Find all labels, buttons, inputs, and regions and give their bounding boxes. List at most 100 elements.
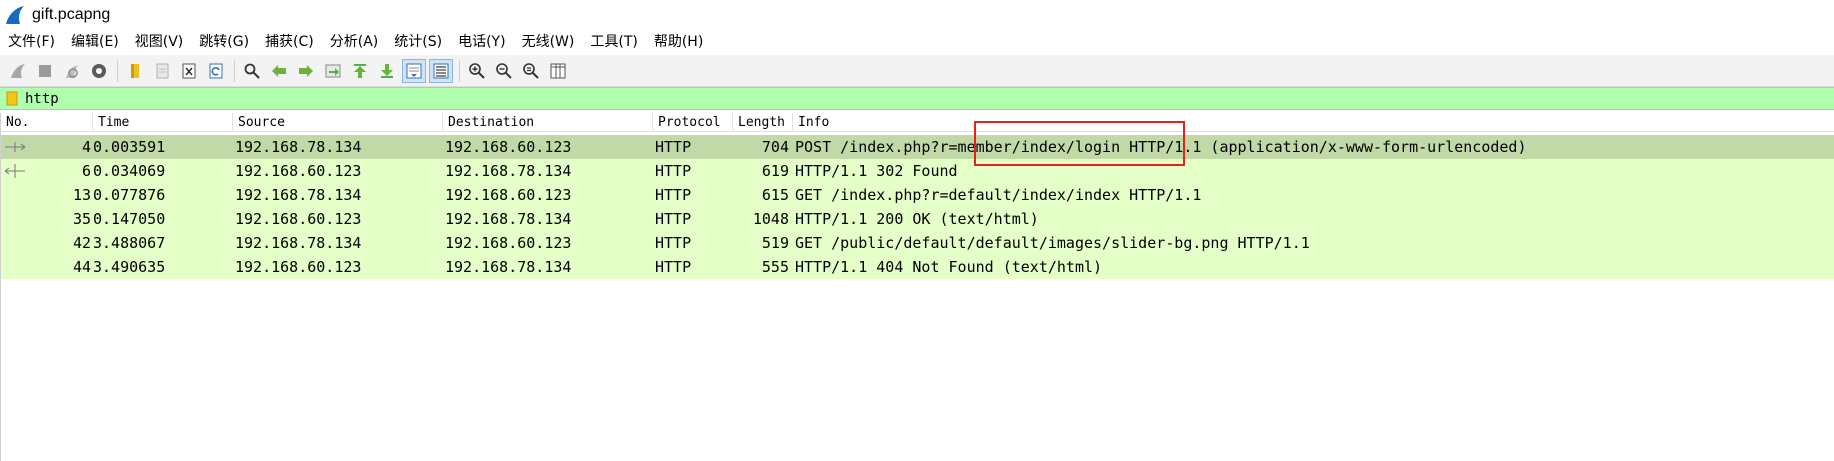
table-row[interactable]: 4 0.003591 192.168.78.134 192.168.60.123…	[1, 135, 1834, 159]
column-header-protocol[interactable]: Protocol	[653, 113, 733, 132]
packet-source: 192.168.60.123	[235, 258, 362, 276]
packet-length: 619	[761, 162, 789, 180]
column-header-time[interactable]: Time	[93, 113, 233, 132]
packet-destination: 192.168.60.123	[445, 138, 572, 156]
toolbar-separator	[117, 59, 118, 82]
zoom-normal-icon[interactable]	[519, 59, 543, 83]
packet-info: HTTP/1.1 200 OK (text/html)	[795, 210, 1039, 228]
display-filter-input[interactable]	[25, 88, 1815, 109]
capture-options-icon[interactable]	[87, 59, 111, 83]
menu-bar: 文件(F) 编辑(E) 视图(V) 跳转(G) 捕获(C) 分析(A) 统计(S…	[0, 30, 1834, 55]
toolbar-separator	[459, 59, 460, 82]
menu-edit[interactable]: 编辑(E)	[63, 30, 127, 55]
packet-protocol: HTTP	[655, 186, 692, 204]
colorize-icon[interactable]	[429, 58, 453, 83]
stop-capture-icon[interactable]	[33, 59, 57, 83]
zoom-out-icon[interactable]	[492, 59, 516, 83]
reload-file-icon[interactable]	[204, 59, 228, 83]
packet-time: 3.490635	[93, 258, 166, 276]
packet-time: 0.003591	[93, 138, 166, 156]
column-header-length[interactable]: Length	[733, 113, 793, 132]
packet-length: 1048	[752, 210, 789, 228]
menu-help[interactable]: 帮助(H)	[646, 30, 711, 55]
window-title: gift.pcapng	[32, 6, 111, 23]
packet-destination: 192.168.78.134	[445, 162, 572, 180]
menu-telephony[interactable]: 电话(Y)	[450, 30, 513, 55]
menu-statistics[interactable]: 统计(S)	[386, 30, 450, 55]
packet-length: 519	[761, 234, 789, 252]
column-header-destination[interactable]: Destination	[443, 113, 653, 132]
go-last-icon[interactable]	[375, 59, 399, 83]
packet-time: 0.034069	[93, 162, 166, 180]
packet-source: 192.168.78.134	[235, 138, 362, 156]
auto-scroll-icon[interactable]	[402, 58, 426, 83]
title-bar: gift.pcapng	[0, 0, 1834, 30]
column-header-info[interactable]: Info	[793, 113, 1834, 132]
column-header-source[interactable]: Source	[233, 113, 443, 132]
packet-rows: 4 0.003591 192.168.78.134 192.168.60.123…	[1, 135, 1834, 279]
go-to-packet-icon[interactable]	[321, 59, 345, 83]
packet-destination: 192.168.60.123	[445, 234, 572, 252]
packet-length: 704	[761, 138, 789, 156]
table-row[interactable]: 35 0.147050 192.168.60.123 192.168.78.13…	[1, 207, 1834, 231]
packet-protocol: HTTP	[655, 210, 692, 228]
menu-capture[interactable]: 捕获(C)	[257, 30, 322, 55]
request-relation-icon	[5, 142, 25, 152]
packet-protocol: HTTP	[655, 258, 692, 276]
go-first-icon[interactable]	[348, 59, 372, 83]
wireshark-fin-icon	[6, 6, 24, 24]
response-relation-icon	[5, 164, 25, 178]
packet-source: 192.168.78.134	[235, 186, 362, 204]
packet-list: No. Time Source Destination Protocol Len…	[0, 113, 1834, 461]
packet-destination: 192.168.60.123	[445, 186, 572, 204]
resize-columns-icon[interactable]	[546, 59, 570, 83]
column-header-no[interactable]: No.	[1, 113, 93, 132]
menu-view[interactable]: 视图(V)	[127, 30, 192, 55]
packet-protocol: HTTP	[655, 138, 692, 156]
start-capture-icon[interactable]	[6, 59, 30, 83]
toolbar-separator	[234, 59, 235, 82]
packet-length: 555	[761, 258, 789, 276]
packet-info: HTTP/1.1 404 Not Found (text/html)	[795, 258, 1103, 276]
find-packet-icon[interactable]	[240, 59, 264, 83]
row-no-cell: 4	[1, 135, 93, 159]
packet-number: 44	[72, 258, 91, 276]
packet-number: 42	[72, 234, 91, 252]
menu-tools[interactable]: 工具(T)	[582, 30, 645, 55]
restart-capture-icon[interactable]	[60, 59, 84, 83]
packet-source: 192.168.60.123	[235, 162, 362, 180]
display-filter-bar	[0, 87, 1834, 110]
table-row[interactable]: 13 0.077876 192.168.78.134 192.168.60.12…	[1, 183, 1834, 207]
main-toolbar	[0, 55, 1834, 87]
menu-go[interactable]: 跳转(G)	[191, 30, 257, 55]
packet-time: 0.147050	[93, 210, 166, 228]
menu-wireless[interactable]: 无线(W)	[514, 30, 583, 55]
zoom-in-icon[interactable]	[465, 59, 489, 83]
packet-info: GET /index.php?r=default/index/index HTT…	[795, 186, 1202, 204]
go-forward-icon[interactable]	[294, 59, 318, 83]
menu-file[interactable]: 文件(F)	[0, 30, 63, 55]
packet-source: 192.168.78.134	[235, 234, 362, 252]
table-row[interactable]: 42 3.488067 192.168.78.134 192.168.60.12…	[1, 231, 1834, 255]
table-row[interactable]: 6 0.034069 192.168.60.123 192.168.78.134…	[1, 159, 1834, 183]
packet-destination: 192.168.78.134	[445, 258, 572, 276]
packet-number: 4	[81, 138, 91, 156]
go-back-icon[interactable]	[267, 59, 291, 83]
packet-source: 192.168.60.123	[235, 210, 362, 228]
open-file-icon[interactable]	[123, 59, 147, 83]
packet-info: POST /index.php?r=member/index/login HTT…	[795, 138, 1527, 156]
packet-time: 0.077876	[93, 186, 166, 204]
packet-number: 35	[72, 210, 91, 228]
table-row[interactable]: 44 3.490635 192.168.60.123 192.168.78.13…	[1, 255, 1834, 279]
packet-destination: 192.168.78.134	[445, 210, 572, 228]
packet-protocol: HTTP	[655, 162, 692, 180]
row-no-cell: 6	[1, 159, 93, 183]
save-file-icon[interactable]	[150, 59, 174, 83]
close-file-icon[interactable]	[177, 59, 201, 83]
packet-list-header: No. Time Source Destination Protocol Len…	[1, 113, 1834, 132]
packet-number: 6	[81, 162, 91, 180]
menu-analyze[interactable]: 分析(A)	[322, 30, 387, 55]
packet-info: GET /public/default/default/images/slide…	[795, 234, 1310, 252]
bookmark-icon[interactable]	[4, 91, 20, 107]
packet-info: HTTP/1.1 302 Found	[795, 162, 958, 180]
